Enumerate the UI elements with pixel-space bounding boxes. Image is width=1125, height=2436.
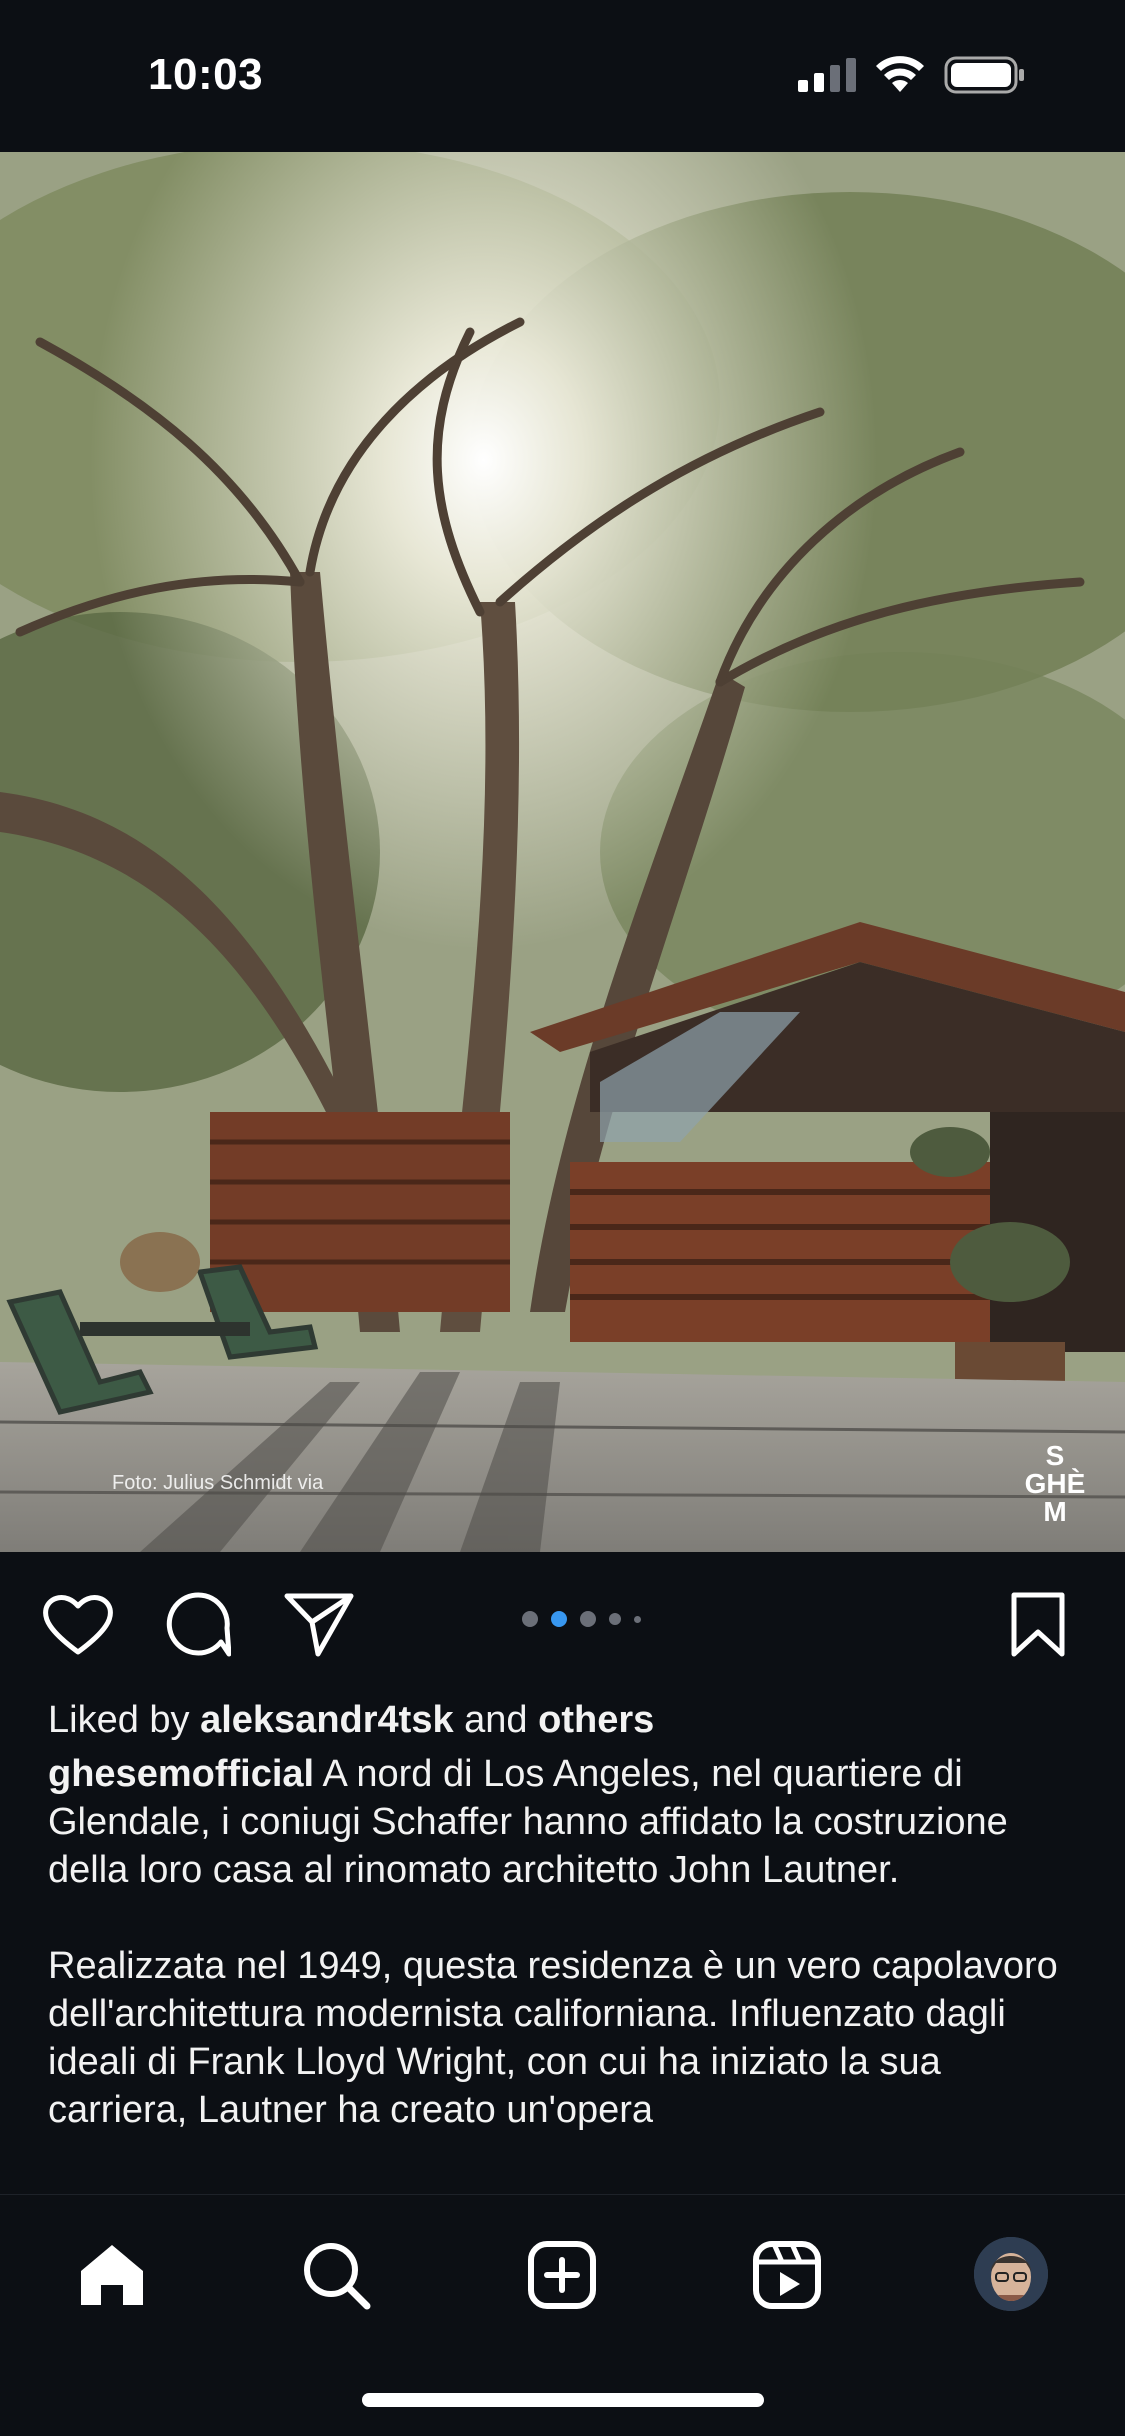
likes-summary[interactable]: Liked by aleksandr4tsk and others	[48, 1692, 1088, 1748]
post-photo[interactable]: Foto: Julius Schmidt via S GHÈ M	[0, 152, 1125, 1552]
profile-avatar[interactable]	[974, 2237, 1048, 2311]
tab-home[interactable]	[72, 2235, 152, 2315]
liked-by-user[interactable]: aleksandr4tsk	[200, 1699, 454, 1741]
carousel-dot	[580, 1611, 596, 1627]
status-time: 10:03	[148, 50, 264, 99]
carousel-dot	[634, 1615, 641, 1623]
caption-username[interactable]: ghesemofficial	[48, 1753, 314, 1795]
photo-illustration	[0, 152, 1125, 1552]
search-icon	[304, 2243, 371, 2310]
battery-icon	[944, 56, 1024, 94]
tab-reels[interactable]	[747, 2235, 827, 2315]
tab-create[interactable]	[522, 2235, 602, 2315]
carousel-dot-active	[551, 1611, 567, 1627]
home-icon	[81, 2245, 143, 2305]
post-text: Liked by aleksandr4tsk and others ghesem…	[48, 1692, 1088, 2134]
carousel-dot	[609, 1613, 621, 1625]
create-icon	[528, 2241, 596, 2309]
bookmark-icon[interactable]	[1010, 1592, 1066, 1658]
comment-icon[interactable]	[165, 1592, 231, 1658]
heart-icon[interactable]	[42, 1592, 114, 1656]
brand-watermark: S GHÈ M	[1024, 1440, 1086, 1527]
home-indicator	[362, 2393, 764, 2407]
caption-paragraph: Realizzata nel 1949, questa residenza è …	[48, 1945, 1058, 2131]
status-bar: 10:03	[0, 0, 1125, 152]
avatar-image	[974, 2237, 1048, 2311]
carousel-dot	[522, 1611, 538, 1627]
carousel-indicator	[522, 1609, 641, 1629]
likes-others-link[interactable]: others	[538, 1699, 654, 1741]
send-icon[interactable]	[284, 1592, 354, 1658]
tab-search[interactable]	[296, 2235, 376, 2315]
wifi-icon	[876, 56, 924, 92]
reels-icon	[753, 2241, 821, 2309]
photo-credit: Foto: Julius Schmidt via	[112, 1472, 324, 1494]
cellular-signal-icon	[798, 58, 856, 92]
post-caption: ghesemofficial A nord di Los Angeles, ne…	[48, 1750, 1088, 1894]
